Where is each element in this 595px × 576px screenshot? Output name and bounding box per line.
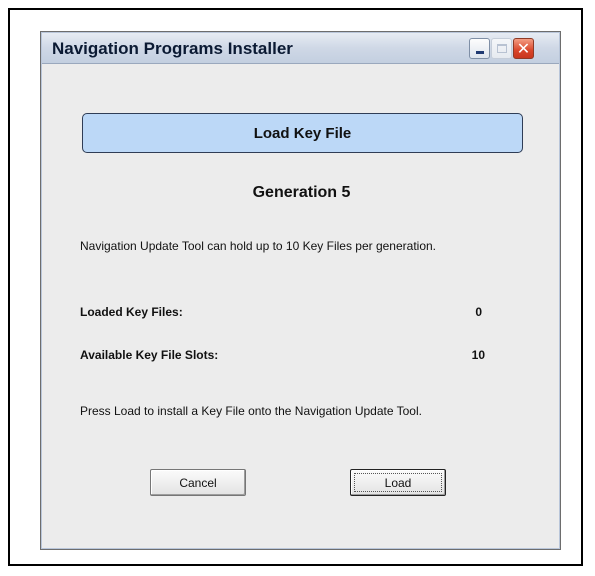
available-slots-label: Available Key File Slots: xyxy=(80,348,219,362)
available-slots-value: 10 xyxy=(471,348,485,362)
generation-heading: Generation 5 xyxy=(252,184,351,201)
close-icon: ✕ xyxy=(516,38,531,58)
minimize-button[interactable] xyxy=(469,38,490,59)
minimize-icon xyxy=(475,51,484,54)
cancel-button[interactable]: Cancel xyxy=(150,469,246,496)
instruction-text: Press Load to install a Key File onto th… xyxy=(80,404,422,418)
load-key-file-label: Load Key File xyxy=(253,124,352,142)
installer-window: Navigation Programs Installer ✕ Load Key… xyxy=(40,31,561,550)
loaded-key-files-label: Loaded Key Files: xyxy=(80,305,183,319)
title-bar[interactable]: Navigation Programs Installer ✕ xyxy=(42,33,559,64)
close-button[interactable]: ✕ xyxy=(513,38,534,59)
load-key-file-button[interactable]: Load Key File xyxy=(82,113,523,153)
load-button[interactable]: Load xyxy=(350,469,446,496)
maximize-icon xyxy=(496,44,507,53)
loaded-key-files-value: 0 xyxy=(475,305,482,319)
capacity-info-text: Navigation Update Tool can hold up to 10… xyxy=(80,239,437,253)
load-button-label: Load xyxy=(384,475,412,490)
window-title: Navigation Programs Installer xyxy=(52,39,293,58)
maximize-button[interactable] xyxy=(491,38,512,59)
cancel-button-label: Cancel xyxy=(179,475,217,490)
